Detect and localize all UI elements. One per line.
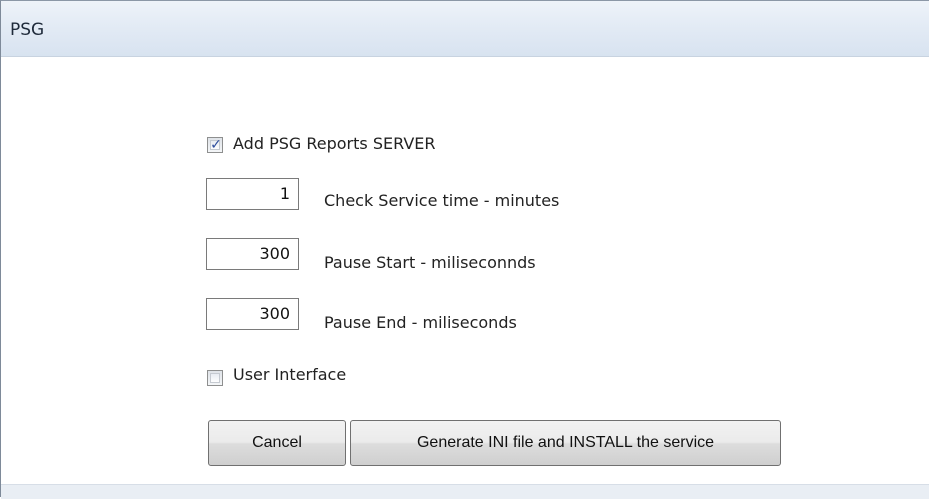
pause-end-label: Pause End - miliseconds bbox=[324, 313, 517, 332]
check-service-time-input[interactable]: 1 bbox=[206, 178, 299, 210]
pause-end-input[interactable]: 300 bbox=[206, 298, 299, 330]
check-service-time-label: Check Service time - minutes bbox=[324, 191, 560, 210]
title-bar[interactable]: PSG bbox=[1, 1, 929, 57]
user-interface-label: User Interface bbox=[233, 365, 347, 384]
add-server-label: Add PSG Reports SERVER bbox=[233, 134, 436, 153]
add-server-checkbox[interactable]: ✓ bbox=[207, 137, 223, 153]
window-title: PSG bbox=[10, 20, 45, 40]
generate-install-button[interactable]: Generate INI file and INSTALL the servic… bbox=[350, 420, 781, 466]
pause-start-input[interactable]: 300 bbox=[206, 238, 299, 270]
psg-dialog-window: PSG ✓ Add PSG Reports SERVER 1 Check Ser… bbox=[0, 0, 929, 499]
user-interface-checkbox[interactable] bbox=[207, 370, 223, 386]
cancel-button[interactable]: Cancel bbox=[208, 420, 346, 466]
pause-start-label: Pause Start - miliseconnds bbox=[324, 253, 536, 272]
checkmark-icon: ✓ bbox=[210, 137, 222, 153]
